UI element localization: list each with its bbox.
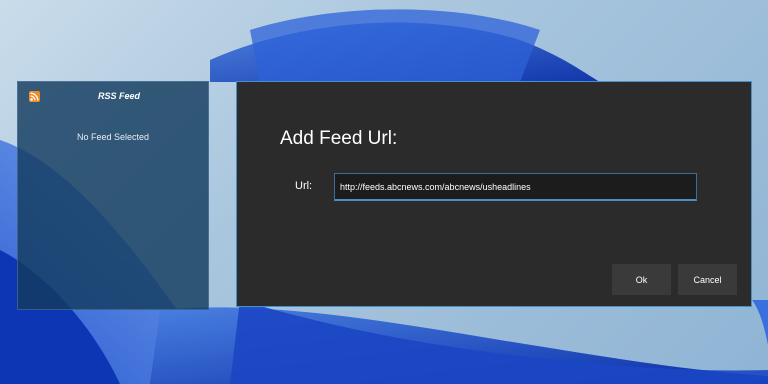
rss-widget-title: RSS Feed — [97, 91, 140, 101]
rss-feed-widget: RSS Feed No Feed Selected — [17, 81, 209, 310]
empty-feed-message: No Feed Selected — [76, 132, 150, 142]
add-feed-dialog: Add Feed Url: Url: Ok Cancel — [236, 81, 752, 307]
dialog-title: Add Feed Url: — [280, 128, 398, 149]
ok-button[interactable]: Ok — [612, 264, 671, 295]
url-label: Url: — [295, 180, 313, 192]
cancel-button[interactable]: Cancel — [678, 264, 737, 295]
url-input[interactable] — [334, 173, 697, 201]
